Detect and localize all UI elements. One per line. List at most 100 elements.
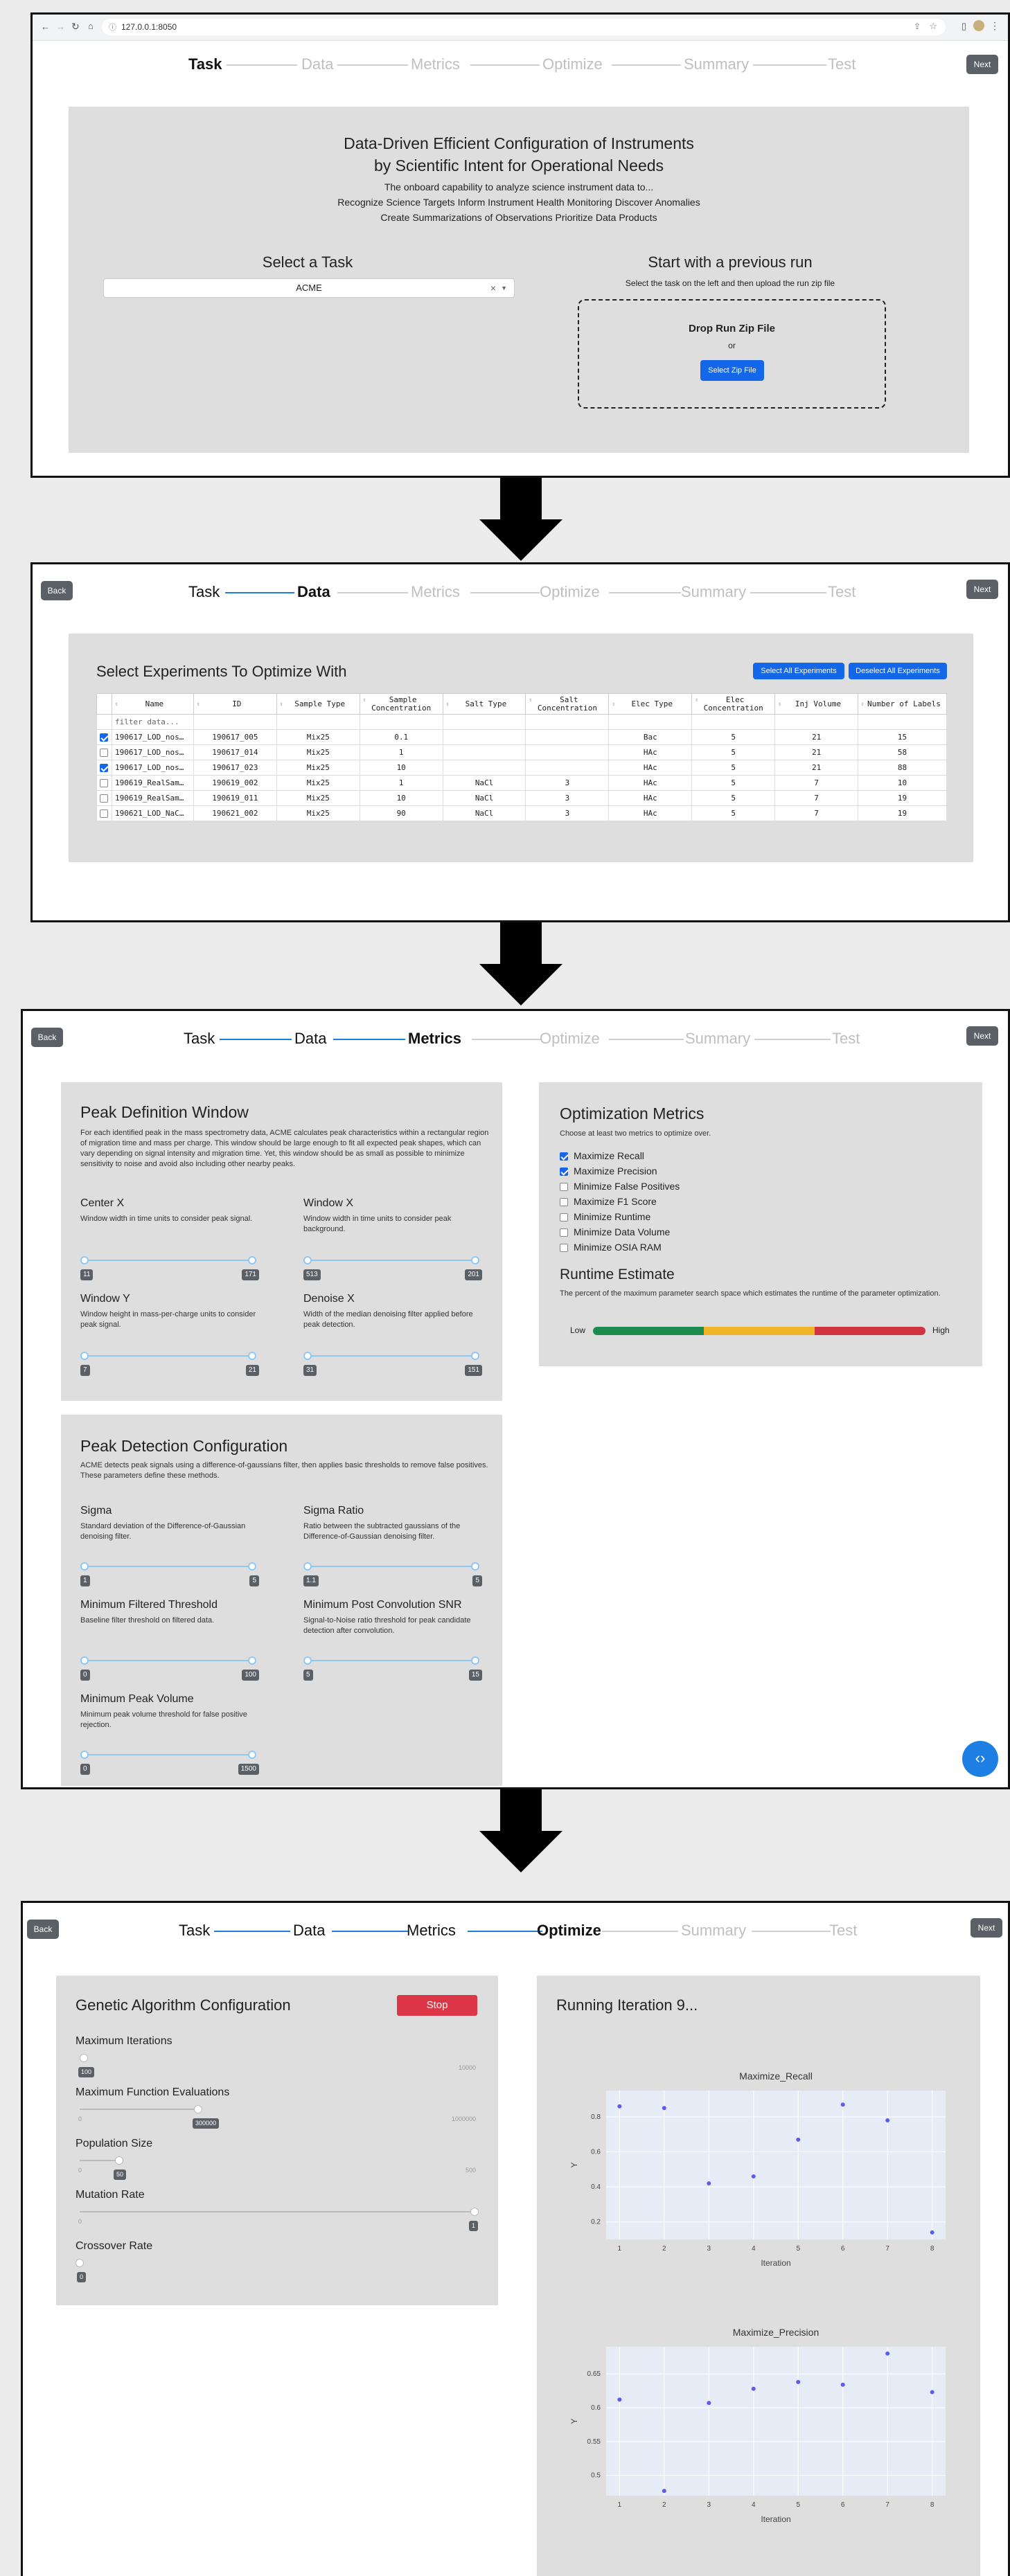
range-slider[interactable]: 31 151 bbox=[303, 1352, 482, 1376]
step-optimize[interactable]: Optimize bbox=[537, 1917, 601, 1944]
step-data[interactable]: Data bbox=[301, 51, 333, 78]
next-button[interactable]: Next bbox=[966, 1026, 998, 1046]
range-min-handle[interactable] bbox=[303, 1656, 312, 1665]
step-optimize[interactable]: Optimize bbox=[542, 51, 603, 78]
next-button[interactable]: Next bbox=[971, 1918, 1002, 1938]
range-slider[interactable]: 7 21 bbox=[80, 1352, 259, 1376]
forward-nav-icon[interactable]: → bbox=[56, 21, 65, 32]
range-slider[interactable]: 11 171 bbox=[80, 1256, 259, 1280]
ga-slider[interactable]: 10000 100 bbox=[78, 2054, 476, 2077]
select-all-button[interactable]: Select All Experiments bbox=[753, 663, 844, 679]
column-header[interactable]: ⇕ Sample Concentration bbox=[359, 693, 443, 715]
chevron-down-icon[interactable]: ▼ bbox=[501, 279, 507, 297]
table-row[interactable]: 190617_LOD_nos… 190617_014 Mix25 1 HAc 5 21 58 bbox=[96, 744, 947, 760]
table-row[interactable]: 190617_LOD_nos… 190617_023 Mix25 10 HAc 5 21 88 bbox=[96, 760, 947, 776]
range-slider[interactable]: 15 bbox=[80, 1562, 259, 1586]
column-header[interactable]: ⇕ Name bbox=[111, 693, 194, 715]
column-header[interactable]: ⇕ Elec Type bbox=[608, 693, 693, 715]
column-header[interactable]: ⇕ ID bbox=[193, 693, 277, 715]
row-checkbox[interactable] bbox=[100, 749, 109, 757]
column-header[interactable]: ⇕ Salt Type bbox=[442, 693, 526, 715]
metric-option[interactable]: Minimize False Positives bbox=[560, 1181, 680, 1192]
step-data[interactable]: Data bbox=[293, 1917, 325, 1944]
table-row[interactable]: 190619_RealSam… 190619_002 Mix25 1 NaCl 3 HAc 5… bbox=[96, 775, 947, 791]
menu-icon[interactable]: ⋮ bbox=[990, 20, 1000, 32]
metric-checkbox[interactable] bbox=[560, 1244, 568, 1253]
range-max-handle[interactable] bbox=[471, 1256, 479, 1264]
ga-slider[interactable]: 01 bbox=[78, 2208, 479, 2231]
range-slider[interactable]: 0 100 bbox=[80, 1656, 259, 1681]
profile-icon[interactable] bbox=[973, 20, 984, 31]
metric-option[interactable]: Minimize OSIA RAM bbox=[560, 1242, 662, 1253]
step-data[interactable]: Data bbox=[297, 578, 330, 606]
table-row[interactable]: 190617_LOD_nos… 190617_005 Mix25 0.1 Bac 5 21 1… bbox=[96, 729, 947, 745]
row-checkbox[interactable] bbox=[100, 794, 109, 803]
row-checkbox[interactable] bbox=[100, 779, 109, 787]
metric-option[interactable]: Maximize Recall bbox=[560, 1150, 644, 1161]
step-summary[interactable]: Summary bbox=[681, 1917, 746, 1944]
metric-checkbox[interactable] bbox=[560, 1213, 568, 1222]
ga-slider[interactable]: 0 1000000 300000 bbox=[78, 2105, 476, 2129]
sidebar-icon[interactable]: ▯ bbox=[962, 21, 966, 32]
range-min-handle[interactable] bbox=[80, 1656, 89, 1665]
deselect-all-button[interactable]: Deselect All Experiments bbox=[849, 663, 947, 679]
metric-option[interactable]: Minimize Data Volume bbox=[560, 1226, 670, 1237]
range-min-handle[interactable] bbox=[80, 1256, 89, 1264]
star-icon[interactable]: ☆ bbox=[929, 21, 937, 32]
table-row[interactable]: 190619_RealSam… 190619_011 Mix25 10 NaCl 3 HAc… bbox=[96, 790, 947, 806]
select-zip-button[interactable]: Select Zip File bbox=[700, 360, 764, 381]
step-test[interactable]: Test bbox=[828, 578, 856, 606]
ga-slider-handle[interactable] bbox=[115, 2156, 123, 2165]
range-min-handle[interactable] bbox=[80, 1751, 89, 1759]
step-metrics[interactable]: Metrics bbox=[407, 1917, 456, 1944]
range-max-handle[interactable] bbox=[248, 1562, 256, 1571]
step-task[interactable]: Task bbox=[188, 51, 222, 78]
clear-icon[interactable]: × bbox=[490, 279, 496, 297]
step-summary[interactable]: Summary bbox=[684, 51, 749, 78]
step-metrics[interactable]: Metrics bbox=[408, 1025, 461, 1053]
reload-icon[interactable]: ↻ bbox=[71, 21, 80, 33]
ga-slider[interactable]: 0 500 50 bbox=[78, 2156, 476, 2180]
range-slider[interactable]: 5 15 bbox=[303, 1656, 482, 1681]
share-icon[interactable]: ⇪ bbox=[914, 21, 921, 31]
zip-dropzone[interactable]: Drop Run Zip File or Select Zip File bbox=[578, 299, 886, 409]
metric-checkbox[interactable] bbox=[560, 1152, 568, 1161]
step-task[interactable]: Task bbox=[179, 1917, 210, 1944]
row-checkbox[interactable] bbox=[100, 733, 109, 742]
metric-option[interactable]: Minimize Runtime bbox=[560, 1211, 650, 1222]
metric-checkbox[interactable] bbox=[560, 1198, 568, 1207]
range-min-handle[interactable] bbox=[303, 1256, 312, 1264]
range-max-handle[interactable] bbox=[248, 1751, 256, 1759]
metric-checkbox[interactable] bbox=[560, 1168, 568, 1177]
ga-slider-handle[interactable] bbox=[470, 2208, 479, 2216]
ga-slider-handle[interactable] bbox=[76, 2259, 84, 2267]
step-summary[interactable]: Summary bbox=[685, 1025, 750, 1053]
range-min-handle[interactable] bbox=[303, 1562, 312, 1571]
address-bar[interactable]: ⓘ 127.0.0.1:8050 ⇪ ☆ bbox=[102, 19, 946, 35]
range-slider[interactable]: 1.1 5 bbox=[303, 1562, 482, 1586]
ga-slider-handle[interactable] bbox=[194, 2105, 202, 2113]
row-checkbox[interactable] bbox=[100, 810, 109, 818]
metric-checkbox[interactable] bbox=[560, 1183, 568, 1192]
step-summary[interactable]: Summary bbox=[681, 578, 746, 606]
metric-option[interactable]: Maximize F1 Score bbox=[560, 1196, 657, 1207]
step-metrics[interactable]: Metrics bbox=[411, 578, 460, 606]
metric-option[interactable]: Maximize Precision bbox=[560, 1165, 657, 1177]
step-optimize[interactable]: Optimize bbox=[540, 1025, 600, 1053]
home-icon[interactable]: ⌂ bbox=[88, 21, 94, 31]
ga-slider[interactable]: 0 bbox=[76, 2259, 475, 2282]
step-metrics[interactable]: Metrics bbox=[411, 51, 460, 78]
step-test[interactable]: Test bbox=[828, 51, 856, 78]
metric-checkbox[interactable] bbox=[560, 1228, 568, 1237]
range-max-handle[interactable] bbox=[471, 1352, 479, 1360]
step-test[interactable]: Test bbox=[832, 1025, 860, 1053]
column-header[interactable]: ⇕ Salt Concentration bbox=[525, 693, 610, 715]
range-max-handle[interactable] bbox=[471, 1562, 479, 1571]
next-button[interactable]: Next bbox=[966, 580, 998, 599]
step-optimize[interactable]: Optimize bbox=[540, 578, 600, 606]
column-header[interactable]: ⇕ Elec Concentration bbox=[691, 693, 776, 715]
back-nav-icon[interactable]: ← bbox=[41, 21, 50, 32]
range-slider[interactable]: 513 201 bbox=[303, 1256, 482, 1280]
filter-input[interactable]: filter data... bbox=[111, 714, 194, 730]
next-button[interactable]: Next bbox=[966, 55, 998, 74]
